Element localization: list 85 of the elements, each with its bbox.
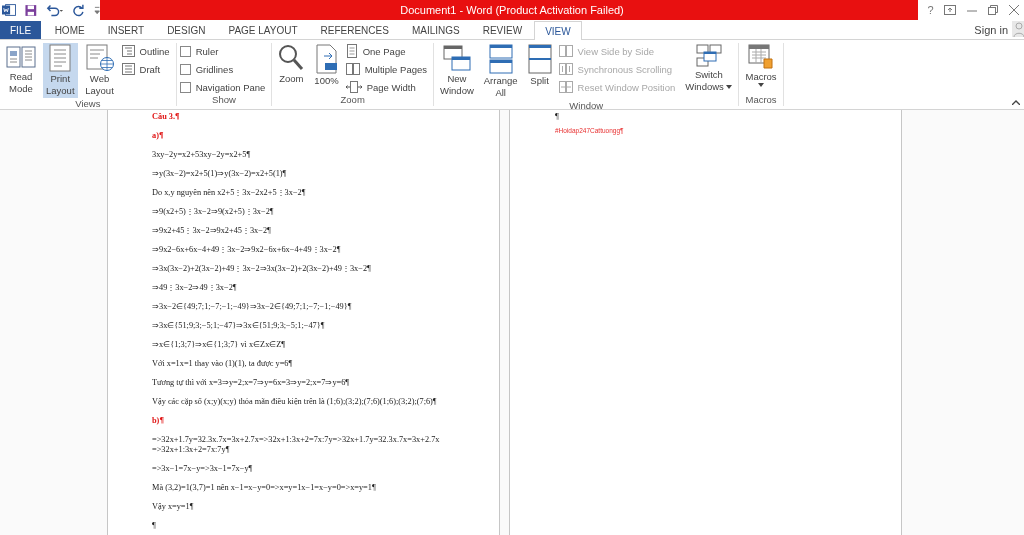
search-icon bbox=[278, 44, 305, 72]
page-icon bbox=[345, 44, 358, 58]
ribbon-tab[interactable]: VIEW bbox=[533, 21, 583, 40]
stacked-windows-icon bbox=[488, 44, 513, 74]
ribbon-tab[interactable]: HOME bbox=[43, 21, 97, 39]
heading-text: b)¶ bbox=[152, 416, 165, 426]
group-label: Window bbox=[568, 100, 605, 112]
ribbon-tab[interactable]: MAILINGS bbox=[400, 21, 472, 39]
ribbon-button[interactable]: Switch Windows bbox=[682, 43, 736, 100]
paragraph-text: ⇒y(3x−2)=x2+5(1)⇒y(3x−2)=x2+5(1)¶ bbox=[152, 169, 288, 179]
ribbon-button[interactable]: Arrange All bbox=[480, 43, 521, 100]
paragraph-text: ⇒9(x2+5)⋮3x−2⇒9(x2+5)⋮3x−2¶ bbox=[152, 207, 275, 217]
group-label: Zoom bbox=[339, 94, 366, 106]
paragraph-text: ⇒3x(3x−2)+2(3x−2)+49⋮3x−2⇒3x(3x−2)+2(3x−2)+49⋮3x−2¶ bbox=[152, 264, 372, 274]
help-button[interactable]: ? bbox=[927, 4, 934, 16]
paragraph-text: ⇒3x∈{51;9;3;−5;1;−47}⇒3x∈{51;9;3;−5;1;−47}¶ bbox=[152, 321, 326, 331]
side-by-side-icon bbox=[558, 45, 573, 57]
ribbon-button[interactable]: One Page bbox=[345, 44, 430, 58]
ribbon-button[interactable]: Page Width bbox=[345, 80, 430, 94]
globe-page-icon bbox=[84, 44, 115, 72]
split-window-icon bbox=[527, 44, 552, 74]
group-label: Show bbox=[211, 94, 237, 106]
paragraph-text: Với x=1x=1 thay vào (1)(1), ta được y=6¶ bbox=[152, 359, 294, 369]
macro-sheet-icon bbox=[748, 44, 775, 70]
ribbon-button[interactable]: Zoom bbox=[275, 43, 308, 94]
outline-icon bbox=[121, 45, 135, 57]
undo-icon[interactable] bbox=[46, 3, 65, 17]
page-icon bbox=[47, 44, 74, 72]
restore-icon[interactable] bbox=[987, 5, 998, 15]
paragraph-text: Mà (3,2)=1(3,7)=1 nên x−1=x−y=0=>x=y=1x−1=x−y=0=>x=y=1¶ bbox=[152, 483, 377, 493]
checkbox-option[interactable]: Ruler bbox=[179, 44, 269, 58]
windows-icon bbox=[695, 44, 722, 68]
paragraph-text: ⇒3x−2∈{49;7;1;−7;−1;−49}⇒3x−2∈{49;7;1;−7;−1;−49}¶ bbox=[152, 302, 353, 312]
paragraph-text: Vậy các cặp số (x;y)(x;y) thỏa mãn điều kiện trên là (1;6);(3;2);(7;6)(1;6);(3;2);(7;6)¶ bbox=[152, 397, 438, 407]
paragraph-text: ⇒x∈{1;3;7}⇒x∈{1;3;7} vì x∈Zx∈Z¶ bbox=[152, 340, 287, 350]
ribbon-button[interactable]: Web Layout bbox=[81, 43, 118, 98]
draft-icon bbox=[121, 63, 135, 75]
ribbon-button[interactable]: Print Layout bbox=[43, 43, 78, 98]
book-icon bbox=[6, 44, 36, 70]
two-pages-icon bbox=[345, 63, 360, 75]
ribbon-tab[interactable]: REFERENCES bbox=[309, 21, 401, 39]
group-label: Macros bbox=[744, 94, 778, 106]
paragraph-text: Tương tự thì với x=3⇒y=2;x=7⇒y=6x=3⇒y=2;x=7⇒y=6¶ bbox=[152, 378, 351, 388]
sync-scroll-icon bbox=[558, 63, 573, 75]
ribbon-tab[interactable]: REVIEW bbox=[471, 21, 534, 39]
paragraph-text: =>3x−1=7x−y=>3x−1=7x−y¶ bbox=[152, 464, 254, 474]
close-icon[interactable] bbox=[1008, 5, 1019, 15]
paragraph-text: ⇒49⋮3x−2⇒49⋮3x−2¶ bbox=[152, 283, 238, 293]
collapse-ribbon-icon[interactable] bbox=[1012, 100, 1020, 105]
page-width-icon bbox=[345, 81, 362, 93]
group-label: Views bbox=[74, 98, 102, 110]
paragraph-text: ⇒9x2+45⋮3x−2⇒9x2+45⋮3x−2¶ bbox=[152, 226, 272, 236]
heading-text: a)¶ bbox=[152, 131, 165, 141]
paragraph-text: ¶ bbox=[152, 521, 157, 531]
ribbon-tab[interactable]: INSERT bbox=[96, 21, 156, 39]
page-arrow-icon bbox=[314, 44, 339, 74]
paragraph-text: ⇒9x2−6x+6x−4+49⋮3x−2⇒9x2−6x+6x−4+49⋮3x−2¶ bbox=[152, 245, 342, 255]
ribbon-button[interactable]: Read Mode bbox=[3, 43, 39, 98]
paragraph-text: Vậy x=y=1¶ bbox=[152, 502, 195, 512]
ribbon-button[interactable]: Outline bbox=[121, 44, 173, 58]
checkbox-option[interactable]: Gridlines bbox=[179, 62, 269, 76]
save-icon[interactable] bbox=[25, 3, 38, 17]
ribbon-tab[interactable]: PAGE LAYOUT bbox=[216, 21, 310, 39]
paragraph-text: =>32x+1.7y=32.3x.7x=3x+2.7x=>32x+1:3x+2=7x:7y=>32x+1.7y=32.3x.7x=3x+2.7x =>32x+1:3x+2=7x:7y¶ bbox=[152, 435, 441, 455]
ribbon-display-icon[interactable] bbox=[944, 5, 957, 15]
ribbon-button[interactable]: Multiple Pages bbox=[345, 62, 430, 76]
sign-in-link[interactable]: Sign in bbox=[974, 24, 1008, 36]
ribbon-button[interactable]: Draft bbox=[121, 62, 173, 76]
ribbon-button[interactable]: 100% bbox=[311, 43, 342, 94]
ribbon-button[interactable]: Macros bbox=[742, 43, 780, 94]
ribbon-tab[interactable]: DESIGN bbox=[155, 21, 217, 39]
redo-icon[interactable] bbox=[73, 3, 85, 17]
word-logo-icon[interactable] bbox=[2, 3, 17, 17]
customize-icon[interactable] bbox=[93, 5, 100, 15]
ribbon-button[interactable]: Split bbox=[524, 43, 555, 100]
window-title: Document1 - Word (Product Activation Failed) bbox=[400, 4, 624, 16]
checkbox-option[interactable]: Navigation Pane bbox=[179, 80, 269, 94]
paragraph-text: Do x,y nguyên nên x2+5⋮3x−2x2+5⋮3x−2¶ bbox=[152, 188, 307, 198]
paragraph-text: 3xy−2y=x2+53xy−2y=x2+5¶ bbox=[152, 150, 252, 160]
file-tab[interactable]: FILE bbox=[0, 21, 42, 39]
ribbon-button[interactable]: New Window bbox=[437, 43, 477, 100]
heading-text: Câu 3.¶ bbox=[152, 112, 181, 122]
paragraph-text: ¶ bbox=[555, 112, 560, 122]
reset-window-icon bbox=[558, 81, 573, 93]
windows-icon bbox=[442, 44, 471, 72]
